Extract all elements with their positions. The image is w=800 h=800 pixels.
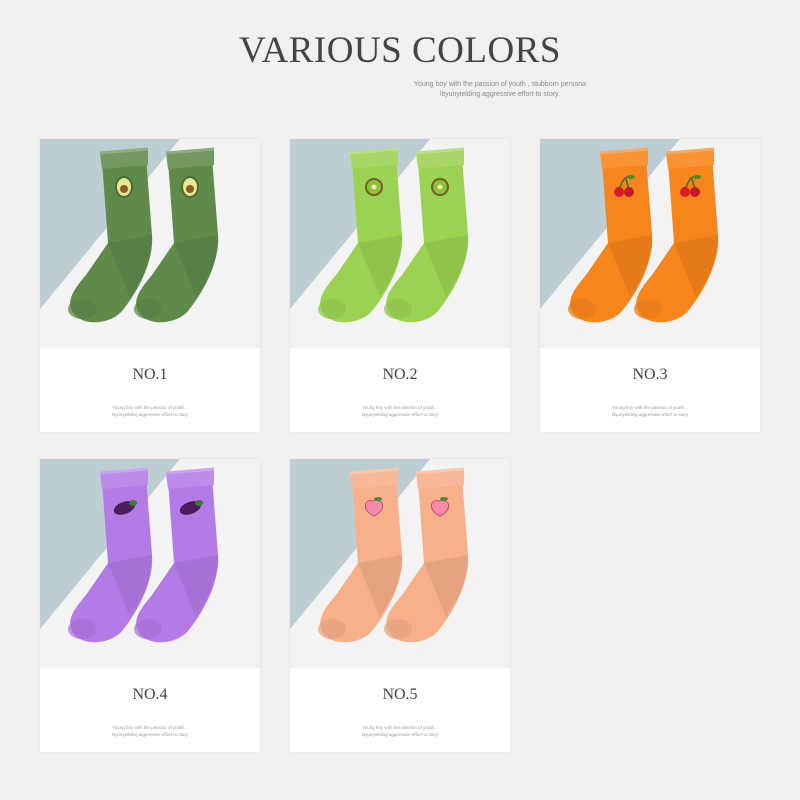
sock-photo-5: [290, 459, 510, 668]
kiwi-icon: [431, 178, 449, 196]
product-card-4[interactable]: NO.4 Young boy with the passion of youth…: [40, 459, 260, 752]
sock-photo-2: [290, 139, 510, 348]
product-card-5[interactable]: NO.5 Young boy with the passion of youth…: [290, 459, 510, 752]
sock-pair-illustration: [40, 139, 260, 348]
page-subtitle: Young boy with the passion of youth , st…: [0, 80, 800, 100]
card-caption: Young boy with the passion of youth... l…: [40, 404, 260, 418]
caption-line-1: Young boy with the passion of youth...: [112, 725, 188, 730]
sock-pair-illustration: [40, 459, 260, 668]
sock-photo-4: [40, 459, 260, 668]
sock-pair-illustration: [290, 459, 510, 668]
sock-pair-illustration: [540, 139, 760, 348]
card-label: NO.1: [132, 366, 168, 383]
avocado-icon: [115, 176, 133, 198]
card-caption: Young boy with the passion of youth... l…: [540, 404, 760, 418]
card-label: NO.3: [632, 366, 668, 383]
page-title: VARIOUS COLORS: [239, 30, 561, 71]
caption-line-2: lityunyielding aggressive effort to stor…: [111, 732, 189, 737]
caption-line-2: lityunyielding aggressive effort to stor…: [361, 412, 439, 417]
caption-line-2: lityunyielding aggressive effort to stor…: [361, 732, 439, 737]
caption-line-1: Young boy with the passion of youth...: [612, 405, 688, 410]
subtitle-line-2: lityunyielding aggressive effort to stor…: [440, 91, 560, 98]
avocado-icon: [181, 176, 199, 198]
caption-line-2: lityunyielding aggressive effort to stor…: [611, 412, 689, 417]
caption-line-1: Young boy with the passion of youth...: [362, 405, 438, 410]
caption-line-1: Young boy with the passion of youth...: [112, 405, 188, 410]
kiwi-icon: [365, 178, 383, 196]
card-caption: Young boy with the passion of youth... l…: [290, 404, 510, 418]
card-label: NO.5: [382, 686, 418, 703]
product-card-1[interactable]: NO.1 Young boy with the passion of youth…: [40, 139, 260, 432]
card-caption: Young boy with the passion of youth... l…: [290, 724, 510, 738]
subtitle-line-1: Young boy with the passion of youth , st…: [413, 81, 587, 88]
card-label: NO.4: [132, 686, 168, 703]
product-card-3[interactable]: NO.3 Young boy with the passion of youth…: [540, 139, 760, 432]
header: VARIOUS COLORS Young boy with the passio…: [0, 28, 800, 100]
caption-line-2: lityunyielding aggressive effort to stor…: [111, 412, 189, 417]
card-caption: Young boy with the passion of youth... l…: [40, 724, 260, 738]
caption-line-1: Young boy with the passion of youth...: [362, 725, 438, 730]
sock-photo-1: [40, 139, 260, 348]
card-label: NO.2: [382, 366, 418, 383]
sock-pair-illustration: [290, 139, 510, 348]
product-card-2[interactable]: NO.2 Young boy with the passion of youth…: [290, 139, 510, 432]
sock-photo-3: [540, 139, 760, 348]
